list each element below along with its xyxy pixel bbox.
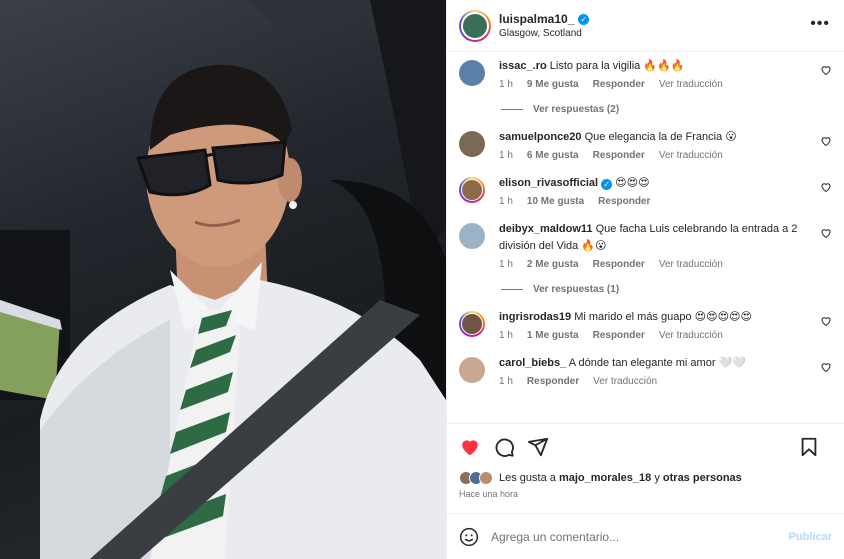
comment-item: deibyx_maldow11 Que facha Luis celebrand… — [447, 221, 844, 270]
comment-avatar[interactable] — [459, 177, 485, 203]
bookmark-icon[interactable] — [798, 436, 820, 458]
reply-button[interactable]: Responder — [598, 196, 650, 207]
reply-button[interactable]: Responder — [593, 330, 645, 341]
liker-username[interactable]: majo_morales_18 — [559, 472, 651, 484]
comment-username[interactable]: carol_biebs_ — [499, 357, 566, 369]
publish-button[interactable]: Publicar — [789, 531, 832, 543]
post-timestamp[interactable]: Hace una hora — [447, 487, 844, 509]
replies-line — [501, 109, 523, 110]
post-header: luispalma10_ ✓ Glasgow, Scotland ••• — [447, 0, 844, 52]
author-username[interactable]: luispalma10_ — [499, 12, 574, 26]
view-replies-label[interactable]: Ver respuestas (2) — [533, 104, 619, 115]
liker-avatars[interactable] — [459, 471, 493, 485]
comment-time[interactable]: 1 h — [499, 376, 513, 387]
comment-time[interactable]: 1 h — [499, 79, 513, 90]
post-modal: luispalma10_ ✓ Glasgow, Scotland ••• iss… — [0, 0, 844, 559]
heart-outline-icon[interactable] — [820, 315, 832, 327]
likes-text: Les gusta a majo_morales_18 y otras pers… — [499, 472, 742, 484]
post-location[interactable]: Glasgow, Scotland — [499, 28, 589, 39]
comment-text: A dónde tan elegante mi amor 🤍🤍 — [568, 357, 746, 369]
reply-button[interactable]: Responder — [593, 150, 645, 161]
emoji-icon[interactable] — [459, 527, 479, 547]
likes-suffix: y — [651, 472, 663, 484]
comment-avatar[interactable] — [459, 311, 485, 337]
comment-time[interactable]: 1 h — [499, 196, 513, 207]
selfie-illustration — [0, 0, 446, 559]
comment-username[interactable]: issac_.ro — [499, 60, 547, 72]
reply-button[interactable]: Responder — [527, 376, 579, 387]
author-avatar[interactable] — [459, 9, 491, 42]
comment-username[interactable]: elison_rivasofficial — [499, 177, 598, 189]
likes-summary: Les gusta a majo_morales_18 y otras pers… — [447, 469, 844, 487]
comment-composer: Publicar — [447, 513, 844, 559]
others-likes-link[interactable]: otras personas — [663, 472, 742, 484]
heart-outline-icon[interactable] — [820, 227, 832, 239]
comment-time[interactable]: 1 h — [499, 330, 513, 341]
translate-link[interactable]: Ver traducción — [593, 376, 657, 387]
comment-input[interactable] — [491, 529, 789, 544]
comment-avatar[interactable] — [459, 223, 485, 249]
comment-likes[interactable]: 6 Me gusta — [527, 150, 579, 161]
translate-link[interactable]: Ver traducción — [659, 330, 723, 341]
comment-time[interactable]: 1 h — [499, 259, 513, 270]
reply-button[interactable]: Responder — [593, 79, 645, 90]
comment-username[interactable]: deibyx_maldow11 — [499, 223, 593, 235]
replies-line — [501, 289, 523, 290]
reply-button[interactable]: Responder — [593, 259, 645, 270]
comment-likes[interactable]: 10 Me gusta — [527, 196, 584, 207]
liker-avatar — [479, 471, 493, 485]
comment-text: Listo para la vigilia 🔥🔥🔥 — [549, 60, 685, 72]
comment-item: ingrisrodas19 Mi marido el más guapo 😍😍😍… — [447, 309, 844, 341]
more-horizontal-icon[interactable]: ••• — [810, 16, 830, 32]
likes-prefix: Les gusta a — [499, 472, 559, 484]
verified-badge-icon: ✓ — [601, 179, 613, 190]
heart-outline-icon[interactable] — [820, 181, 832, 193]
comment-avatar[interactable] — [459, 60, 485, 86]
comment-username[interactable]: ingrisrodas19 — [499, 311, 571, 323]
comment-item: elison_rivasofficial ✓ 😍😍😍 1 h 10 Me gus… — [447, 175, 844, 207]
comment-item: samuelponce20 Que elegancia la de Franci… — [447, 129, 844, 161]
verified-badge-icon: ✓ — [578, 13, 590, 25]
view-replies[interactable]: Ver respuestas (1) — [501, 284, 844, 295]
comment-time[interactable]: 1 h — [499, 150, 513, 161]
side-panel: luispalma10_ ✓ Glasgow, Scotland ••• iss… — [446, 0, 844, 559]
view-replies[interactable]: Ver respuestas (2) — [501, 104, 844, 115]
share-icon[interactable] — [527, 436, 549, 458]
comment-icon[interactable] — [493, 436, 515, 458]
comment-item: issac_.ro Listo para la vigilia 🔥🔥🔥 1 h … — [447, 58, 844, 90]
comments-list[interactable]: issac_.ro Listo para la vigilia 🔥🔥🔥 1 h … — [447, 52, 844, 423]
comment-likes[interactable]: 2 Me gusta — [527, 259, 579, 270]
post-image[interactable] — [0, 0, 446, 559]
comment-text: 😍😍😍 — [615, 177, 650, 189]
view-replies-label[interactable]: Ver respuestas (1) — [533, 284, 619, 295]
heart-filled-icon[interactable] — [459, 436, 481, 458]
comment-text: Que elegancia la de Francia 😮 — [584, 131, 737, 143]
heart-outline-icon[interactable] — [820, 361, 832, 373]
heart-outline-icon[interactable] — [820, 64, 832, 76]
comment-text: Mi marido el más guapo 😍😍😍😍😍 — [574, 311, 752, 323]
translate-link[interactable]: Ver traducción — [659, 150, 723, 161]
post-actions — [447, 423, 844, 469]
comment-username[interactable]: samuelponce20 — [499, 131, 582, 143]
translate-link[interactable]: Ver traducción — [659, 259, 723, 270]
comment-likes[interactable]: 1 Me gusta — [527, 330, 579, 341]
comment-item: carol_biebs_ A dónde tan elegante mi amo… — [447, 355, 844, 387]
heart-outline-icon[interactable] — [820, 135, 832, 147]
comment-avatar[interactable] — [459, 357, 485, 383]
comment-likes[interactable]: 9 Me gusta — [527, 79, 579, 90]
translate-link[interactable]: Ver traducción — [659, 79, 723, 90]
comment-avatar[interactable] — [459, 131, 485, 157]
